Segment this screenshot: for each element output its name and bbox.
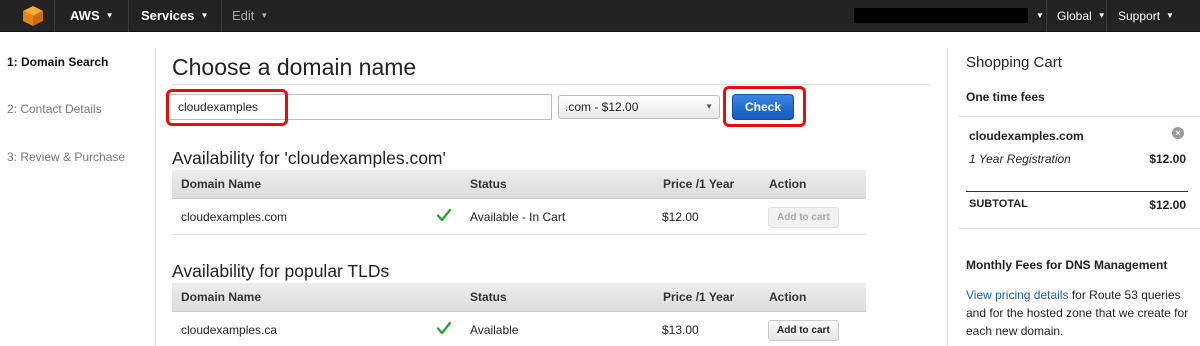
table-row: cloudexamples.ca Available $13.00 Add to… — [172, 312, 866, 346]
region-menu-label: Global — [1057, 9, 1092, 23]
chevron-down-icon: ▼ — [105, 11, 114, 20]
row-price: $12.00 — [662, 210, 699, 224]
subtotal-divider — [966, 191, 1188, 192]
nav-divider — [54, 0, 55, 32]
add-to-cart-button[interactable]: Add to cart — [768, 320, 839, 341]
aws-cube-logo-icon[interactable] — [22, 5, 44, 27]
chevron-down-icon: ▼ — [260, 11, 269, 20]
chevron-down-icon: ▼ — [1097, 11, 1106, 20]
monthly-fees-text: View pricing details for Route 53 querie… — [966, 286, 1192, 340]
availability-table-header: Domain Name Status Price /1 Year Action — [172, 170, 866, 199]
row-status: Available — [470, 323, 519, 337]
cart-item-domain: cloudexamples.com — [969, 129, 1084, 143]
header-domain-name: Domain Name — [181, 177, 262, 191]
cart-item-price: $12.00 — [1149, 152, 1186, 166]
header-price: Price /1 Year — [663, 177, 735, 191]
cart-divider — [947, 48, 948, 346]
nav-divider — [1106, 0, 1107, 32]
tld-select[interactable]: .com - $12.00 ▼ — [558, 95, 720, 119]
chevron-down-icon: ▼ — [200, 11, 209, 20]
aws-menu-label: AWS — [70, 8, 100, 23]
add-to-cart-button-disabled[interactable]: Add to cart — [768, 207, 839, 228]
services-menu[interactable]: Services ▼ — [141, 0, 208, 32]
monthly-fees-title: Monthly Fees for DNS Management — [966, 258, 1168, 272]
highlight-search-annotation — [166, 89, 288, 126]
popular-table-header: Domain Name Status Price /1 Year Action — [172, 283, 866, 312]
row-domain: cloudexamples.ca — [181, 323, 278, 337]
dropdown-arrow-icon: ▼ — [705, 102, 713, 111]
popular-tlds-title: Availability for popular TLDs — [172, 261, 390, 281]
region-menu[interactable]: Global ▼ — [1057, 0, 1106, 32]
chevron-down-icon: ▼ — [1166, 11, 1174, 20]
cart-divider-top — [959, 116, 1200, 117]
account-name-redacted[interactable] — [854, 8, 1028, 23]
page-title: Choose a domain name — [172, 54, 417, 80]
title-divider — [172, 84, 930, 85]
row-status: Available - In Cart — [470, 210, 566, 224]
step-contact-details[interactable]: 2: Contact Details — [7, 102, 102, 116]
table-row: cloudexamples.com Available - In Cart $1… — [172, 199, 866, 235]
step-review-purchase[interactable]: 3: Review & Purchase — [7, 150, 125, 164]
support-menu[interactable]: Support ▼ — [1118, 0, 1174, 32]
checkmark-icon — [436, 321, 452, 335]
steps-divider — [155, 48, 156, 346]
step-domain-search[interactable]: 1: Domain Search — [7, 55, 108, 69]
cart-item-term: 1 Year Registration — [969, 152, 1071, 166]
checkmark-icon — [436, 208, 452, 222]
tld-select-value: .com - $12.00 — [565, 100, 639, 114]
cart-divider-bottom — [959, 228, 1200, 229]
subtotal-value: $12.00 — [1149, 198, 1186, 212]
header-action: Action — [769, 177, 807, 191]
account-menu-caret[interactable]: ▼ — [1030, 0, 1044, 32]
remove-item-icon[interactable]: × — [1172, 127, 1184, 139]
subtotal-label: SUBTOTAL — [969, 198, 1028, 210]
header-price: Price /1 Year — [663, 290, 735, 304]
header-status: Status — [470, 290, 507, 304]
highlight-check-annotation — [723, 86, 806, 127]
row-domain: cloudexamples.com — [181, 210, 288, 224]
edit-menu-label: Edit — [232, 8, 255, 23]
one-time-fees-label: One time fees — [966, 90, 1045, 104]
nav-divider — [1046, 0, 1047, 32]
top-nav-bar: AWS ▼ Services ▼ Edit ▼ ▼ Global ▼ Support ▼ — [0, 0, 1200, 32]
nav-divider — [221, 0, 222, 32]
header-status: Status — [470, 177, 507, 191]
support-menu-label: Support — [1118, 9, 1161, 23]
row-price: $13.00 — [662, 323, 699, 337]
header-action: Action — [769, 290, 807, 304]
wizard-steps: 1: Domain Search 2: Contact Details 3: R… — [0, 32, 155, 346]
view-pricing-link[interactable]: View pricing details — [966, 288, 1069, 302]
services-menu-label: Services — [141, 8, 195, 23]
cart-title: Shopping Cart — [966, 54, 1062, 71]
edit-menu[interactable]: Edit ▼ — [232, 0, 268, 32]
availability-title: Availability for 'cloudexamples.com' — [172, 148, 446, 168]
nav-divider — [128, 0, 129, 32]
chevron-down-icon: ▼ — [1036, 11, 1044, 20]
aws-menu[interactable]: AWS ▼ — [70, 0, 114, 32]
header-domain-name: Domain Name — [181, 290, 262, 304]
